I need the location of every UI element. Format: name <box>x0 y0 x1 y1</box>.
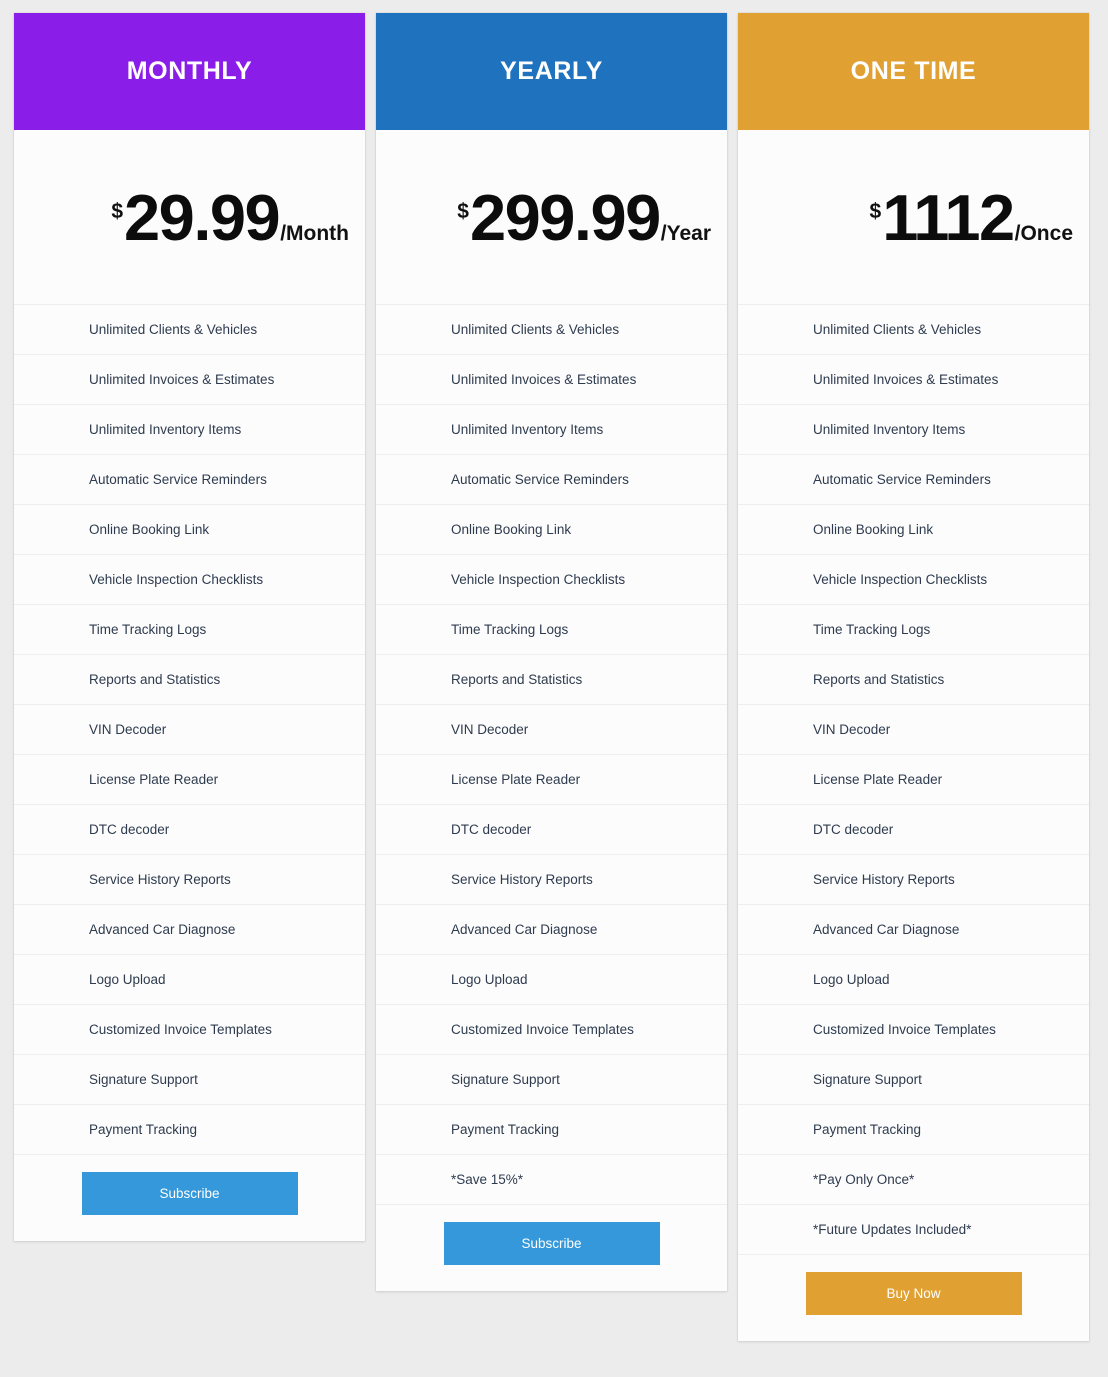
feature-item: Unlimited Inventory Items <box>738 404 1089 454</box>
plan-title: ONE TIME <box>850 57 977 85</box>
feature-item: Reports and Statistics <box>376 654 727 704</box>
feature-item: Vehicle Inspection Checklists <box>14 554 365 604</box>
feature-item: Unlimited Invoices & Estimates <box>738 354 1089 404</box>
plan-cta-button-monthly[interactable]: Subscribe <box>81 1172 298 1215</box>
feature-item: Customized Invoice Templates <box>14 1004 365 1054</box>
plan-card-one-time: ONE TIME $1112/Once Unlimited Clients & Ve… <box>738 13 1089 1341</box>
feature-list: Unlimited Clients & Vehicles Unlimited In… <box>738 304 1089 1254</box>
plan-price-block: $29.99/Month <box>14 130 365 304</box>
cta-area: Subscribe <box>14 1154 365 1241</box>
price-line: $299.99/Year <box>457 185 711 250</box>
price-amount: 29.99 <box>124 180 281 254</box>
pricing-table: MONTHLY $29.99/Month Unlimited Clients & V… <box>0 0 1108 1377</box>
feature-item: VIN Decoder <box>376 704 727 754</box>
price-period: /Month <box>280 221 349 245</box>
feature-item: Unlimited Invoices & Estimates <box>376 354 727 404</box>
feature-item: Reports and Statistics <box>738 654 1089 704</box>
price-period: /Year <box>660 221 711 245</box>
price-amount: 299.99 <box>469 180 661 254</box>
feature-item: VIN Decoder <box>14 704 365 754</box>
feature-item: Advanced Car Diagnose <box>738 904 1089 954</box>
feature-item: Online Booking Link <box>738 504 1089 554</box>
feature-item: Service History Reports <box>14 854 365 904</box>
feature-item: Automatic Service Reminders <box>376 454 727 504</box>
feature-item: DTC decoder <box>376 804 727 854</box>
price-currency-symbol: $ <box>869 199 882 223</box>
feature-item: Time Tracking Logs <box>376 604 727 654</box>
feature-item: License Plate Reader <box>376 754 727 804</box>
feature-item: Online Booking Link <box>376 504 727 554</box>
feature-item: DTC decoder <box>738 804 1089 854</box>
feature-item: Payment Tracking <box>738 1104 1089 1154</box>
feature-item: License Plate Reader <box>738 754 1089 804</box>
feature-item: Signature Support <box>376 1054 727 1104</box>
feature-item: Logo Upload <box>376 954 727 1004</box>
plan-price-block: $1112/Once <box>738 130 1089 304</box>
plan-title: YEARLY <box>500 57 603 85</box>
feature-item: Unlimited Clients & Vehicles <box>738 304 1089 354</box>
feature-item: Customized Invoice Templates <box>376 1004 727 1054</box>
feature-item: VIN Decoder <box>738 704 1089 754</box>
feature-item: Unlimited Clients & Vehicles <box>376 304 727 354</box>
feature-item: DTC decoder <box>14 804 365 854</box>
feature-item: Service History Reports <box>376 854 727 904</box>
feature-item: Payment Tracking <box>376 1104 727 1154</box>
price-currency-symbol: $ <box>111 199 124 223</box>
feature-item: Vehicle Inspection Checklists <box>738 554 1089 604</box>
price-currency-symbol: $ <box>457 199 469 223</box>
plan-cta-button-one-time[interactable]: Buy Now <box>805 1272 1022 1315</box>
plan-header-one-time: ONE TIME <box>738 13 1089 130</box>
feature-item: Reports and Statistics <box>14 654 365 704</box>
feature-item: Unlimited Inventory Items <box>376 404 727 454</box>
plan-title: MONTHLY <box>126 57 253 85</box>
feature-item: License Plate Reader <box>14 754 365 804</box>
feature-item: Online Booking Link <box>14 504 365 554</box>
feature-item: Unlimited Inventory Items <box>14 404 365 454</box>
plan-cta-button-yearly[interactable]: Subscribe <box>443 1222 660 1265</box>
feature-item: *Save 15%* <box>376 1154 727 1204</box>
feature-item: Time Tracking Logs <box>14 604 365 654</box>
cta-area: Subscribe <box>376 1204 727 1291</box>
feature-item: Logo Upload <box>14 954 365 1004</box>
feature-item: Advanced Car Diagnose <box>14 904 365 954</box>
feature-item: *Pay Only Once* <box>738 1154 1089 1204</box>
plan-price-block: $299.99/Year <box>376 130 727 304</box>
price-line: $1112/Once <box>870 185 1073 250</box>
feature-item: *Future Updates Included* <box>738 1204 1089 1254</box>
plan-card-monthly: MONTHLY $29.99/Month Unlimited Clients & V… <box>14 13 365 1241</box>
cta-area: Buy Now <box>738 1254 1089 1341</box>
feature-item: Payment Tracking <box>14 1104 365 1154</box>
feature-item: Signature Support <box>738 1054 1089 1104</box>
feature-list: Unlimited Clients & Vehicles Unlimited In… <box>14 304 365 1154</box>
feature-item: Advanced Car Diagnose <box>376 904 727 954</box>
plan-header-monthly: MONTHLY <box>14 13 365 130</box>
feature-item: Logo Upload <box>738 954 1089 1004</box>
price-line: $29.99/Month <box>111 185 349 250</box>
feature-item: Customized Invoice Templates <box>738 1004 1089 1054</box>
feature-item: Unlimited Invoices & Estimates <box>14 354 365 404</box>
feature-item: Signature Support <box>14 1054 365 1104</box>
price-period: /Once <box>1014 221 1073 245</box>
feature-item: Automatic Service Reminders <box>14 454 365 504</box>
price-amount: 1112 <box>882 180 1015 254</box>
feature-item: Time Tracking Logs <box>738 604 1089 654</box>
plan-header-yearly: YEARLY <box>376 13 727 130</box>
feature-item: Service History Reports <box>738 854 1089 904</box>
feature-list: Unlimited Clients & Vehicles Unlimited In… <box>376 304 727 1204</box>
feature-item: Vehicle Inspection Checklists <box>376 554 727 604</box>
feature-item: Unlimited Clients & Vehicles <box>14 304 365 354</box>
feature-item: Automatic Service Reminders <box>738 454 1089 504</box>
plan-card-yearly: YEARLY $299.99/Year Unlimited Clients & Ve… <box>376 13 727 1291</box>
